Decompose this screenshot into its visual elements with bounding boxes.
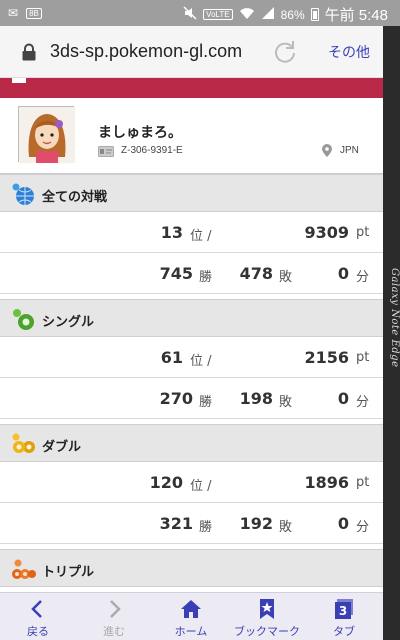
category-label: トリプル — [42, 565, 95, 580]
edge-label: Galaxy Note Edge — [389, 268, 400, 368]
triple-battle-icon — [12, 559, 36, 579]
rank-unit: 位 / — [190, 479, 212, 494]
volte-icon: VoLTE — [203, 9, 233, 20]
rank-unit: 位 / — [190, 229, 212, 244]
bookmark-label: ブックマーク — [234, 625, 300, 638]
losses-unit: 敗 — [279, 270, 293, 285]
category-label: ダブル — [42, 440, 82, 455]
header-band — [0, 78, 383, 98]
edge-panel-bottom — [383, 616, 400, 640]
rank-value: 61 — [160, 348, 183, 367]
record-row: 745 勝 478 敗 0 分 — [0, 253, 383, 294]
points-unit: pt — [356, 225, 370, 240]
losses-value: 192 — [239, 514, 273, 533]
draws-value: 0 — [337, 389, 349, 408]
location-pin-icon — [322, 144, 332, 157]
wins-unit: 勝 — [199, 270, 213, 285]
back-icon — [31, 600, 42, 618]
status-bar: ✉ 8B VoLTE 86% 午前 5:48 — [0, 0, 400, 26]
clock: 午前 5:48 — [324, 7, 388, 24]
bookmark-icon — [260, 599, 274, 619]
menu-tab[interactable] — [12, 78, 26, 83]
wifi-icon — [239, 6, 255, 24]
signal-icon — [261, 6, 275, 24]
single-battle-icon — [13, 309, 34, 330]
notification-icon: 8B — [26, 7, 42, 19]
rank-row: 120 位 / 1896 pt — [0, 462, 383, 503]
category-header-double[interactable]: ダブル — [0, 424, 383, 462]
tabs-label: タブ — [333, 625, 355, 638]
wins-unit: 勝 — [199, 395, 213, 410]
points-value: 9309 — [304, 223, 349, 242]
category-label: シングル — [42, 315, 95, 330]
reload-icon[interactable] — [272, 39, 298, 65]
avatar-image — [19, 107, 75, 163]
draws-unit: 分 — [356, 520, 370, 535]
points-value: 2156 — [304, 348, 349, 367]
lock-icon — [22, 43, 36, 61]
wins-value: 745 — [159, 264, 193, 283]
draws-unit: 分 — [356, 270, 370, 285]
rank-row: 13 位 / 9309 pt — [0, 212, 383, 253]
tabs-icon: 3 — [335, 599, 353, 619]
points-value: 1896 — [304, 473, 349, 492]
category-label: 全ての対戦 — [42, 190, 108, 205]
message-icon: ✉ — [8, 6, 19, 20]
losses-value: 478 — [239, 264, 273, 283]
id-card-icon — [98, 146, 114, 157]
wins-value: 321 — [159, 514, 193, 533]
rank-value: 13 — [160, 223, 183, 242]
category-header-triple[interactable]: トリプル — [0, 549, 383, 587]
rank-value: 120 — [149, 473, 183, 492]
forward-icon — [110, 600, 121, 618]
battery-icon — [310, 8, 319, 21]
globe-icon — [12, 183, 34, 205]
back-label: 戻る — [27, 625, 49, 638]
rank-unit: 位 / — [190, 354, 212, 369]
losses-unit: 敗 — [279, 395, 293, 410]
mute-icon — [183, 5, 197, 24]
category-header-single[interactable]: シングル — [0, 299, 383, 337]
battery-percent: 86% — [280, 7, 305, 22]
draws-value: 0 — [337, 264, 349, 283]
home-icon — [181, 600, 201, 618]
more-button[interactable]: その他 — [328, 42, 370, 62]
category-header-all[interactable]: 全ての対戦 — [0, 174, 383, 212]
losses-value: 198 — [239, 389, 273, 408]
forward-label: 進む — [103, 625, 125, 638]
wins-value: 270 — [159, 389, 193, 408]
avatar[interactable] — [18, 106, 75, 163]
home-label: ホーム — [174, 625, 208, 638]
player-name: ましゅまろ。 — [98, 125, 182, 141]
player-region: JPN — [340, 145, 359, 156]
address-bar[interactable]: 3ds-sp.pokemon-gl.com その他 — [0, 26, 383, 78]
points-unit: pt — [356, 350, 370, 365]
rank-row: 61 位 / 2156 pt — [0, 337, 383, 378]
double-battle-icon — [12, 433, 35, 453]
profile-card: ましゅまろ。 Z-306-9391-E JPN — [0, 98, 383, 174]
forward-button[interactable]: 進む — [76, 593, 152, 640]
record-row: 270 勝 198 敗 0 分 — [0, 378, 383, 419]
draws-value: 0 — [337, 514, 349, 533]
browser-bottom-nav: 戻る 進む ホーム ブックマーク 3 タブ — [0, 592, 383, 640]
phone-screen: ✉ 8B VoLTE 86% 午前 5:48 3ds-sp.pokemon-gl… — [0, 0, 400, 640]
url-text[interactable]: 3ds-sp.pokemon-gl.com — [50, 41, 242, 62]
record-row: 321 勝 192 敗 0 分 — [0, 503, 383, 544]
bookmark-button[interactable]: ブックマーク — [229, 593, 305, 640]
wins-unit: 勝 — [199, 520, 213, 535]
tab-count: 3 — [339, 604, 347, 618]
back-button[interactable]: 戻る — [0, 593, 76, 640]
player-id: Z-306-9391-E — [121, 145, 183, 156]
losses-unit: 敗 — [279, 520, 293, 535]
tabs-button[interactable]: 3 タブ — [306, 593, 382, 640]
points-unit: pt — [356, 475, 370, 490]
page-content: ましゅまろ。 Z-306-9391-E JPN 全ての対戦 13 位 / 930… — [0, 78, 383, 592]
draws-unit: 分 — [356, 395, 370, 410]
home-button[interactable]: ホーム — [153, 593, 229, 640]
